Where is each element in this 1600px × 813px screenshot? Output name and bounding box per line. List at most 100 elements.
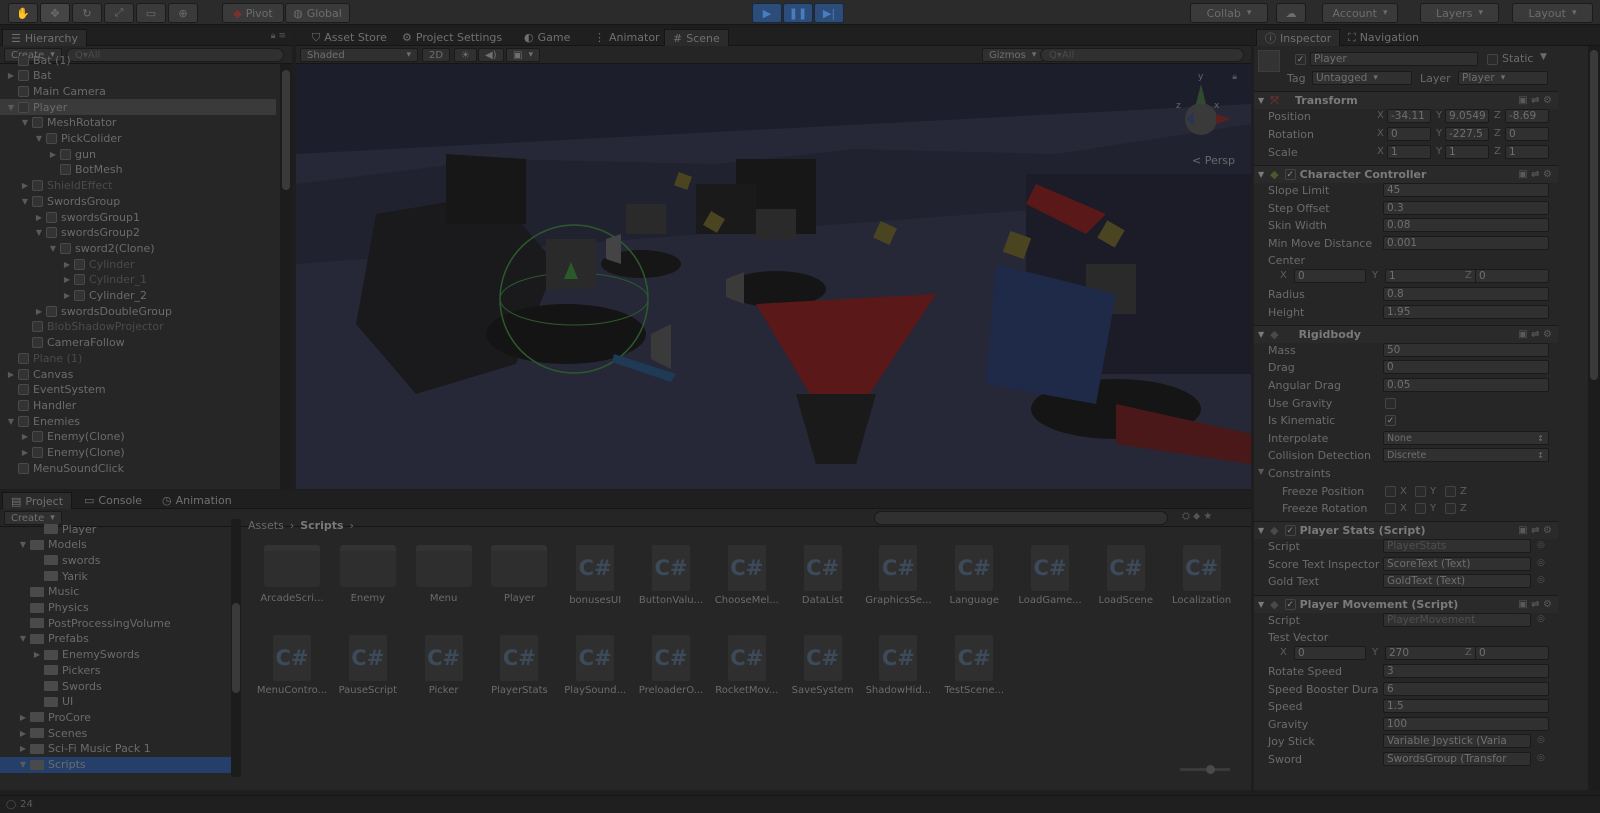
active-checkbox[interactable]: ✓ bbox=[1295, 54, 1306, 65]
expand-arrow-icon[interactable]: ▶ bbox=[32, 650, 42, 659]
folder-item[interactable]: Pickers bbox=[0, 662, 232, 678]
scale-field-y[interactable]: 1 bbox=[1445, 145, 1489, 159]
collapse-arrow-icon[interactable]: ▼ bbox=[18, 634, 28, 643]
zoom-slider-thumb[interactable] bbox=[1206, 765, 1215, 774]
height-field[interactable]: 1.95 bbox=[1383, 305, 1549, 319]
collapse-arrow-icon[interactable]: ▼ bbox=[20, 118, 30, 127]
asset-script[interactable]: C# PauseScript bbox=[332, 635, 404, 696]
asset-script[interactable]: C# GraphicsSe... bbox=[862, 545, 934, 606]
layout-button[interactable]: Layout bbox=[1512, 3, 1593, 23]
asset-script[interactable]: C# DataList bbox=[787, 545, 859, 606]
play-button[interactable]: ▶ bbox=[752, 3, 782, 23]
hierarchy-scrollbar[interactable] bbox=[280, 64, 292, 489]
tab-project[interactable]: ▤ Project bbox=[2, 492, 73, 509]
folder-item[interactable]: ▼ Prefabs bbox=[0, 631, 232, 647]
asset-script[interactable]: C# ChooseMel... bbox=[711, 545, 783, 606]
score-text-field[interactable]: ScoreText (Text) bbox=[1383, 557, 1531, 571]
mass-field[interactable]: 50 bbox=[1383, 343, 1549, 357]
object-picker-icon[interactable]: ◎ bbox=[1537, 735, 1545, 745]
asset-script[interactable]: C# ShadowHid... bbox=[862, 635, 934, 696]
folder-item[interactable]: Physics bbox=[0, 600, 232, 616]
asset-folder[interactable]: Player bbox=[483, 545, 555, 604]
character-controller-header[interactable]: ▼ ◆ ✓ Character Controller ▣ ⇌ ⚙ bbox=[1254, 165, 1558, 183]
persp-label[interactable]: < Persp bbox=[1192, 154, 1235, 167]
folder-item[interactable]: ▶ ProCore bbox=[0, 709, 232, 725]
rotate-speed-field[interactable]: 3 bbox=[1383, 664, 1549, 678]
folder-item[interactable]: ▼ Scripts bbox=[0, 756, 232, 773]
asset-script[interactable]: C# SaveSystem bbox=[787, 635, 859, 696]
folder-item[interactable]: ▶ Sci-Fi Music Pack 1 bbox=[0, 741, 232, 757]
tab-inspector[interactable]: ⓘ Inspector bbox=[1256, 29, 1341, 46]
radius-field[interactable]: 0.8 bbox=[1383, 287, 1549, 301]
hierarchy-item[interactable]: BotMesh bbox=[0, 162, 276, 178]
hierarchy-item[interactable]: ▼ swordsGroup2 bbox=[0, 225, 276, 241]
asset-script[interactable]: C# Language bbox=[938, 545, 1010, 606]
hierarchy-item[interactable]: ▼ sword2(Clone) bbox=[0, 240, 276, 256]
tab-navigation[interactable]: ⛶ Navigation bbox=[1340, 29, 1427, 46]
expand-arrow-icon[interactable]: ▶ bbox=[18, 713, 28, 722]
folder-item[interactable]: PostProcessingVolume bbox=[0, 615, 232, 631]
folder-item[interactable]: UI bbox=[0, 694, 232, 710]
shading-dropdown[interactable]: Shaded bbox=[300, 48, 418, 62]
folder-item[interactable]: Player bbox=[0, 521, 232, 537]
center-field-y[interactable]: 1 bbox=[1385, 269, 1489, 283]
2d-toggle[interactable]: 2D bbox=[422, 48, 451, 62]
asset-script[interactable]: C# Picker bbox=[408, 635, 480, 696]
breadcrumb-assets[interactable]: Assets bbox=[248, 519, 284, 532]
hierarchy-item[interactable]: BlobShadowProjector bbox=[0, 319, 276, 335]
component-menu-icon[interactable]: ▣ ⇌ ⚙ bbox=[1518, 525, 1552, 536]
expand-arrow-icon[interactable]: ▶ bbox=[48, 150, 58, 159]
static-dropdown-icon[interactable]: ▼ bbox=[1540, 52, 1547, 62]
folder-scrollbar[interactable] bbox=[231, 519, 241, 777]
object-picker-icon[interactable]: ◎ bbox=[1537, 614, 1545, 624]
skin-width-field[interactable]: 0.08 bbox=[1383, 218, 1549, 232]
player-movement-header[interactable]: ▼ ◆ ✓ Player Movement (Script) ▣ ⇌ ⚙ bbox=[1254, 595, 1558, 613]
global-button[interactable]: ◍ Global bbox=[285, 3, 350, 23]
hierarchy-item[interactable]: ▶ Bat bbox=[0, 68, 276, 84]
component-menu-icon[interactable]: ▣ ⇌ ⚙ bbox=[1518, 95, 1552, 106]
test-vector-field-y[interactable]: 270 bbox=[1385, 646, 1489, 660]
rotation-field-x[interactable]: 0 bbox=[1387, 127, 1431, 141]
test-vector-field-x[interactable]: 0 bbox=[1294, 646, 1366, 660]
asset-script[interactable]: C# bonusesUI bbox=[559, 545, 631, 606]
asset-folder[interactable]: Enemy bbox=[332, 545, 404, 604]
component-enabled-checkbox[interactable]: ✓ bbox=[1284, 525, 1296, 536]
tab-animator[interactable]: ⋮ Animator bbox=[586, 29, 668, 46]
use-gravity-checkbox[interactable] bbox=[1385, 398, 1396, 409]
scene-lock-icon[interactable]: 🔒︎ bbox=[1232, 72, 1237, 82]
freeze-rotation-y-checkbox[interactable] bbox=[1415, 503, 1426, 514]
filter-icons[interactable]: ⛭ ⬥ ★ bbox=[1182, 511, 1212, 522]
asset-script[interactable]: C# TestScene... bbox=[938, 635, 1010, 696]
object-picker-icon[interactable]: ◎ bbox=[1537, 575, 1545, 585]
gravity-field[interactable]: 100 bbox=[1383, 717, 1549, 731]
expand-arrow-icon[interactable]: ▶ bbox=[18, 729, 28, 738]
drag-field[interactable]: 0 bbox=[1383, 360, 1549, 374]
constraints-arrow-icon[interactable]: ▼ bbox=[1258, 467, 1264, 476]
collapse-arrow-icon[interactable]: ▼ bbox=[48, 244, 58, 253]
hierarchy-item[interactable]: ▶ Cylinder_2 bbox=[0, 288, 276, 304]
hierarchy-item[interactable]: CameraFollow bbox=[0, 335, 276, 351]
expand-arrow-icon[interactable]: ▶ bbox=[6, 71, 16, 80]
rotate-tool-icon[interactable]: ↻ bbox=[72, 3, 102, 23]
inspector-scroll-thumb[interactable] bbox=[1590, 50, 1598, 380]
expand-arrow-icon[interactable]: ▶ bbox=[62, 291, 72, 300]
joystick-field[interactable]: Variable Joystick (Varia bbox=[1383, 734, 1531, 748]
expand-arrow-icon[interactable]: ▶ bbox=[18, 744, 28, 753]
is-kinematic-checkbox[interactable]: ✓ bbox=[1385, 415, 1396, 426]
component-menu-icon[interactable]: ▣ ⇌ ⚙ bbox=[1518, 169, 1552, 180]
move-tool-icon[interactable]: ✥ bbox=[40, 3, 70, 23]
hierarchy-item[interactable]: ▶ gun bbox=[0, 146, 276, 162]
gold-text-field[interactable]: GoldText (Text) bbox=[1383, 574, 1531, 588]
collapse-arrow-icon[interactable]: ▼ bbox=[20, 197, 30, 206]
sword-field[interactable]: SwordsGroup (Transfor bbox=[1383, 752, 1531, 766]
effects-icon[interactable]: ▣ bbox=[506, 48, 540, 62]
hierarchy-item[interactable]: Main Camera bbox=[0, 83, 276, 99]
scene-search-input[interactable]: Q▾All bbox=[1040, 48, 1244, 62]
folder-item[interactable]: Yarik bbox=[0, 568, 232, 584]
object-picker-icon[interactable]: ◎ bbox=[1537, 540, 1545, 550]
asset-script[interactable]: C# ButtonValu... bbox=[635, 545, 707, 606]
layer-dropdown[interactable]: Player bbox=[1458, 71, 1548, 85]
hierarchy-item[interactable]: Plane (1) bbox=[0, 350, 276, 366]
collab-button[interactable]: Collab bbox=[1190, 3, 1268, 23]
collapse-arrow-icon[interactable]: ▼ bbox=[6, 417, 16, 426]
